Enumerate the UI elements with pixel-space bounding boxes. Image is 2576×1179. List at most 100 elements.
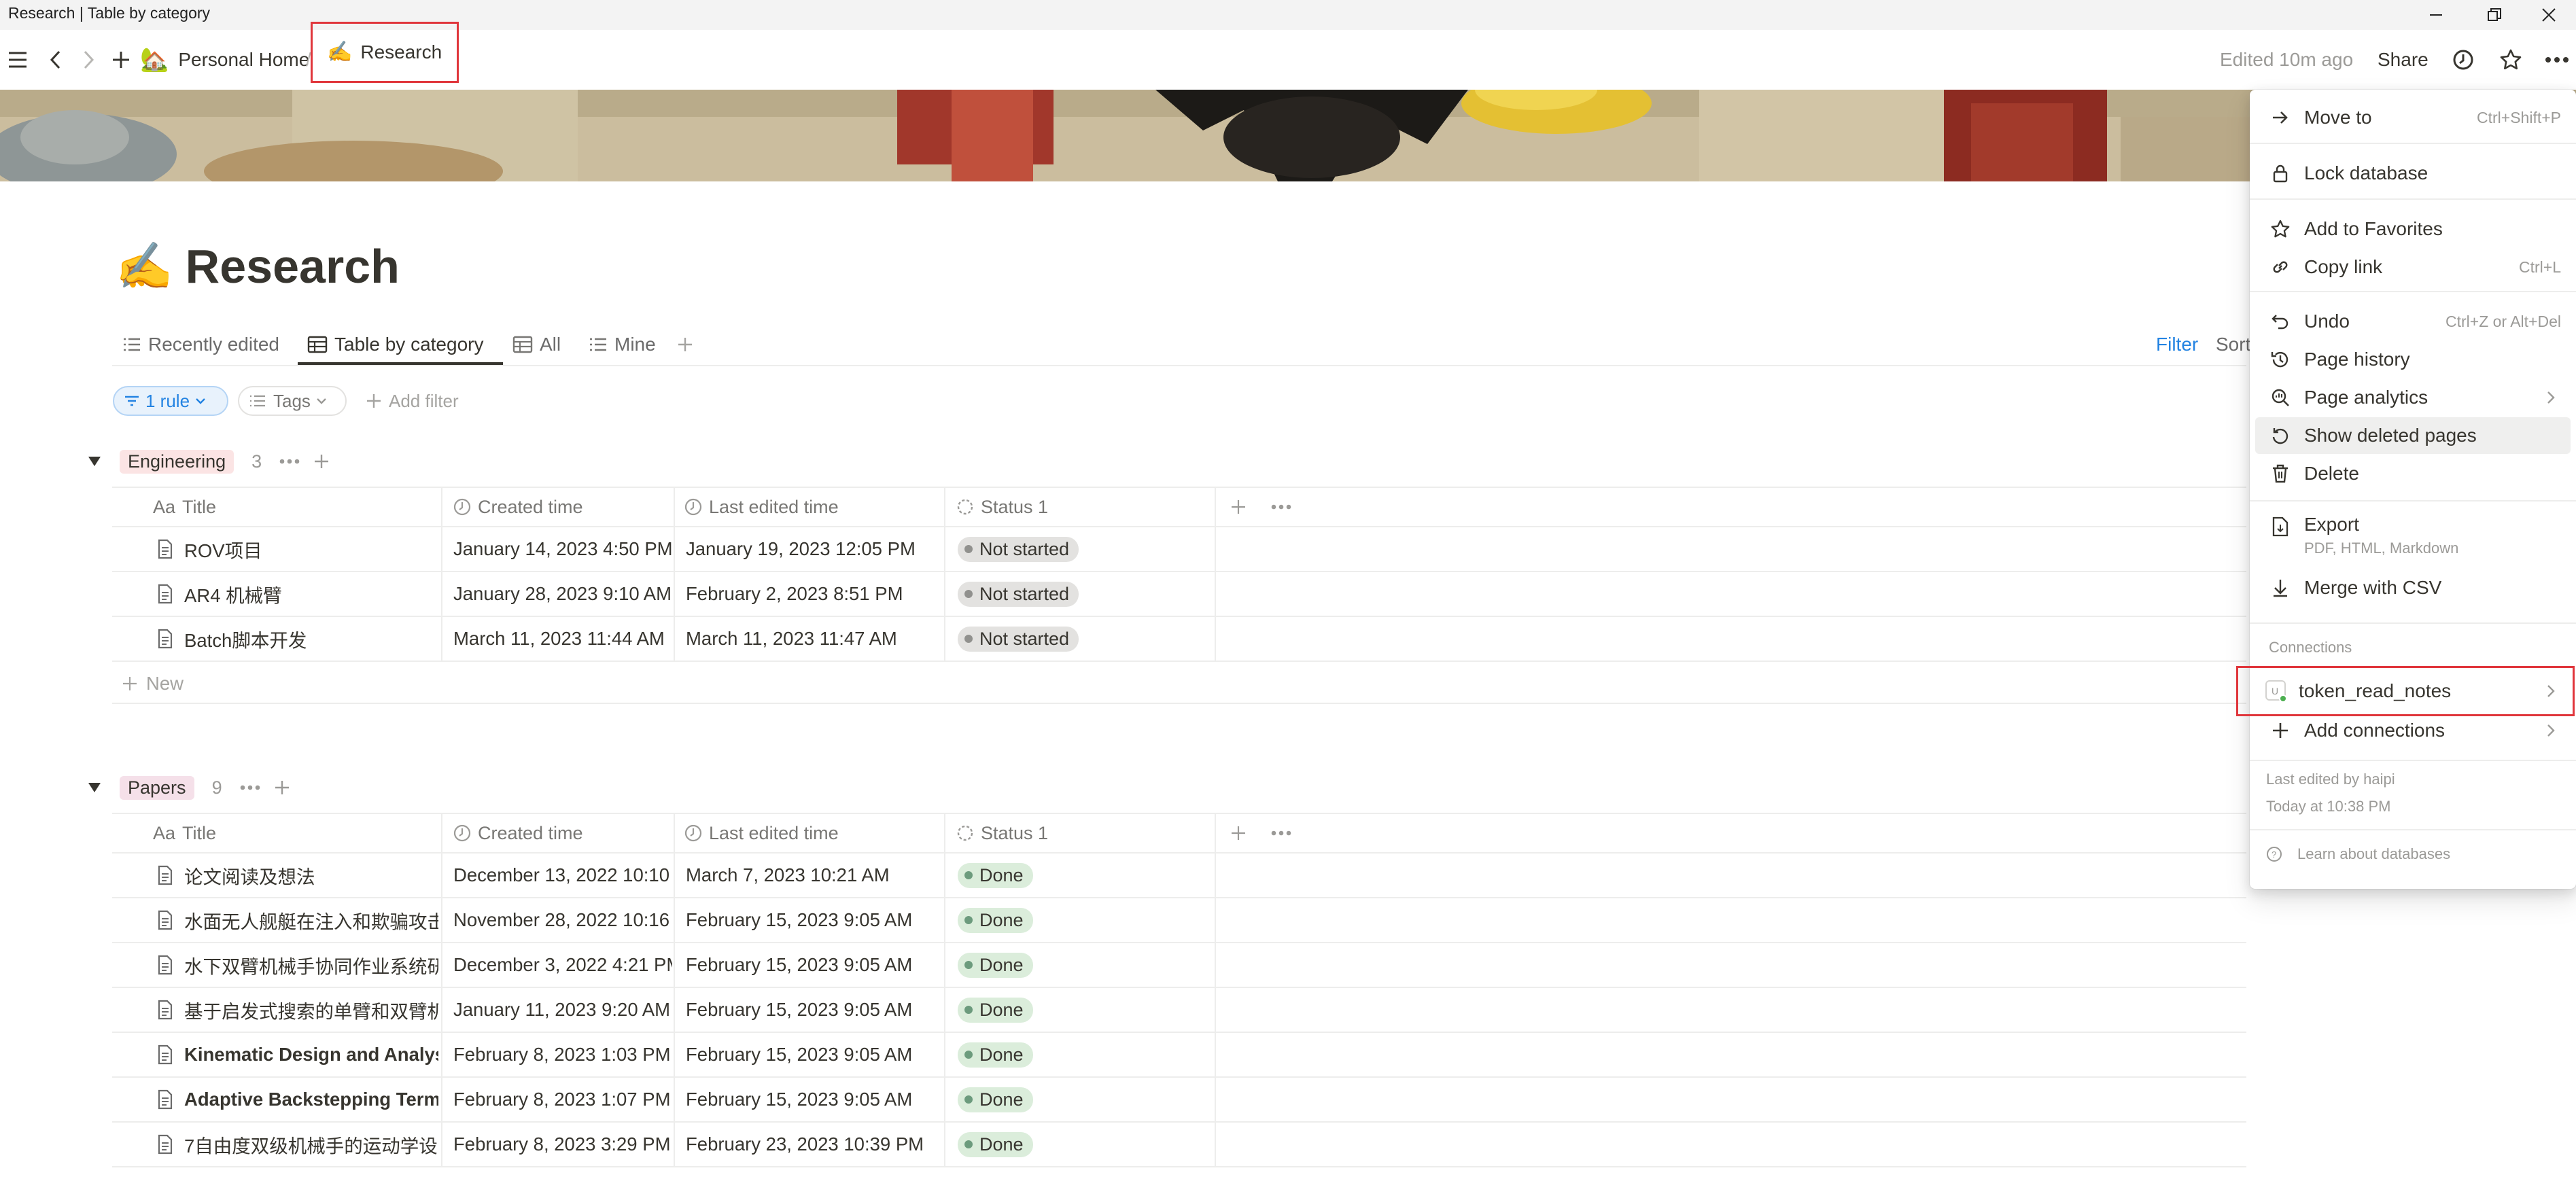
row-title[interactable]: ROV项目	[157, 527, 436, 571]
tab-all[interactable]: All	[512, 326, 561, 363]
table-row[interactable]: AR4 机械臂 January 28, 2023 9:10 AM Februar…	[112, 572, 2246, 617]
row-status[interactable]: Not started	[958, 617, 1079, 661]
status-text: Done	[979, 954, 1024, 975]
column-created-time[interactable]: Created time	[453, 814, 583, 852]
table-row[interactable]: 7自由度双级机械手的运动学设计及分析 February 8, 2023 3:29 …	[112, 1123, 2246, 1167]
favorite-button[interactable]	[2496, 45, 2526, 75]
row-status[interactable]: Done	[958, 1033, 1033, 1076]
new-row-button[interactable]: New	[112, 662, 2246, 704]
row-status[interactable]: Done	[958, 943, 1033, 987]
tab-recently-edited[interactable]: Recently edited	[122, 326, 279, 363]
breadcrumb-home[interactable]: 🏡 Personal Home	[140, 46, 309, 73]
row-title[interactable]: 基于启发式搜索的单臂和双臂机械手运动规划	[157, 988, 438, 1032]
row-status[interactable]: Done	[958, 1123, 1033, 1166]
tags-filter-chip[interactable]: Tags	[238, 386, 347, 416]
row-title[interactable]: Adaptive Backstepping Terminal Sliding M…	[157, 1078, 438, 1121]
page-cover-image[interactable]	[0, 90, 2576, 181]
tab-label: Recently edited	[148, 334, 280, 355]
menu-item-move-to[interactable]: Move to Ctrl+Shift+P	[2255, 99, 2571, 136]
row-title[interactable]: 水面无人舰艇在注入和欺骗攻击下的自适应神经控制	[157, 898, 438, 942]
table-row[interactable]: 水面无人舰艇在注入和欺骗攻击下的自适应神经控制 November 28, 2022…	[112, 898, 2246, 943]
toggle-triangle-icon[interactable]	[87, 781, 102, 794]
table-row[interactable]: 水下双臂机械手协同作业系统研究 December 3, 2022 4:21 PM F…	[112, 943, 2246, 988]
add-property-button[interactable]	[1230, 488, 1253, 526]
menu-item-export[interactable]: Export PDF, HTML, Markdown	[2255, 508, 2571, 567]
more-horizontal-icon[interactable]	[279, 459, 300, 464]
close-window-button[interactable]	[2524, 0, 2573, 30]
column-status[interactable]: Status 1	[956, 488, 1048, 526]
tab-mine[interactable]: Mine	[589, 326, 656, 363]
tab-table-by-category[interactable]: Table by category	[307, 326, 483, 363]
row-title[interactable]: Kinematic Design and Analysis of a 7 Deg…	[157, 1033, 438, 1076]
text-type-icon: Aa	[153, 496, 176, 517]
row-title[interactable]: Batch脚本开发	[157, 617, 436, 661]
column-label: Status 1	[981, 496, 1049, 517]
more-horizontal-icon[interactable]	[240, 785, 260, 790]
table-row[interactable]: Adaptive Backstepping Terminal Sliding M…	[112, 1078, 2246, 1123]
plus-icon[interactable]	[274, 779, 290, 796]
plus-icon[interactable]	[313, 453, 330, 470]
column-last-edited-time[interactable]: Last edited time	[684, 814, 839, 852]
menu-item-connection-token-read-notes[interactable]: U token_read_notes	[2236, 666, 2575, 716]
forward-button[interactable]	[75, 45, 102, 75]
menu-item-add-connections[interactable]: Add connections	[2255, 712, 2571, 749]
updates-button[interactable]	[2448, 45, 2478, 75]
menu-item-show-deleted-pages[interactable]: Show deleted pages	[2255, 417, 2571, 454]
add-filter-button[interactable]: Add filter	[356, 386, 468, 416]
new-row[interactable]: New	[122, 662, 184, 705]
row-edited: February 15, 2023 9:05 AM	[686, 909, 913, 930]
new-page-button[interactable]	[107, 45, 135, 75]
learn-about-databases-link[interactable]: ? Learn about databases	[2266, 845, 2450, 863]
group-tag[interactable]: Engineering	[120, 449, 234, 474]
menu-item-copy-link[interactable]: Copy link Ctrl+L	[2255, 249, 2571, 285]
share-button[interactable]: Share	[2378, 46, 2429, 73]
row-status[interactable]: Done	[958, 854, 1033, 897]
sidebar-menu-button[interactable]	[3, 45, 33, 75]
more-options-button[interactable]	[2541, 45, 2573, 75]
add-property-button[interactable]	[1230, 814, 1253, 852]
column-last-edited-time[interactable]: Last edited time	[684, 488, 839, 526]
row-title[interactable]: 论文阅读及想法	[157, 854, 438, 897]
breadcrumb-current[interactable]: ✍️ Research	[311, 22, 459, 83]
sort-button[interactable]: Sort	[2216, 326, 2250, 363]
filter-button[interactable]: Filter	[2156, 326, 2198, 363]
minimize-button[interactable]	[2412, 0, 2460, 30]
table-row[interactable]: Batch脚本开发 March 11, 2023 11:44 AM March …	[112, 617, 2246, 662]
menu-item-lock-database[interactable]: Lock database	[2255, 155, 2571, 192]
breadcrumb-current-label: Research	[360, 41, 442, 63]
menu-item-merge-with-csv[interactable]: Merge with CSV	[2255, 569, 2571, 606]
menu-item-page-history[interactable]: Page history	[2255, 341, 2571, 378]
row-title[interactable]: AR4 机械臂	[157, 572, 436, 616]
table-more-button[interactable]	[1271, 814, 1298, 852]
back-button[interactable]	[42, 45, 69, 75]
table-row[interactable]: Kinematic Design and Analysis of a 7 Deg…	[112, 1033, 2246, 1078]
rule-filter-chip[interactable]: 1 rule	[113, 386, 228, 416]
row-status[interactable]: Not started	[958, 527, 1079, 571]
row-status[interactable]: Not started	[958, 572, 1079, 616]
group-tag[interactable]: Papers	[120, 775, 194, 800]
add-view-button[interactable]	[677, 326, 700, 363]
row-title[interactable]: 7自由度双级机械手的运动学设计及分析	[157, 1123, 438, 1166]
menu-item-undo[interactable]: Undo Ctrl+Z or Alt+Del	[2255, 303, 2571, 340]
column-status[interactable]: Status 1	[956, 814, 1048, 852]
menu-item-delete[interactable]: Delete	[2255, 455, 2571, 492]
restore-button[interactable]	[2470, 0, 2519, 30]
row-status[interactable]: Done	[958, 1078, 1033, 1121]
column-created-time[interactable]: Created time	[453, 488, 583, 526]
row-status[interactable]: Done	[958, 988, 1033, 1032]
row-status[interactable]: Done	[958, 898, 1033, 942]
column-title[interactable]: Aa Title	[153, 814, 216, 852]
menu-item-page-analytics[interactable]: Page analytics	[2255, 379, 2571, 416]
menu-item-add-to-favorites[interactable]: Add to Favorites	[2255, 211, 2571, 247]
column-title[interactable]: Aa Title	[153, 488, 216, 526]
row-edited: February 15, 2023 9:05 AM	[686, 999, 913, 1020]
page-title[interactable]: ✍️ Research	[116, 239, 400, 294]
row-title[interactable]: 水下双臂机械手协同作业系统研究	[157, 943, 438, 987]
table-row[interactable]: 论文阅读及想法 December 13, 2022 10:10 PM March 7…	[112, 854, 2246, 898]
table-more-button[interactable]	[1271, 488, 1298, 526]
breadcrumb-home-label: Personal Home	[178, 49, 310, 70]
table-row[interactable]: 基于启发式搜索的单臂和双臂机械手运动规划 January 11, 2023 9:2…	[112, 988, 2246, 1033]
toggle-triangle-icon[interactable]	[87, 455, 102, 468]
table-row[interactable]: ROV项目 January 14, 2023 4:50 PM January 1…	[112, 527, 2246, 572]
export-icon	[2272, 516, 2288, 537]
